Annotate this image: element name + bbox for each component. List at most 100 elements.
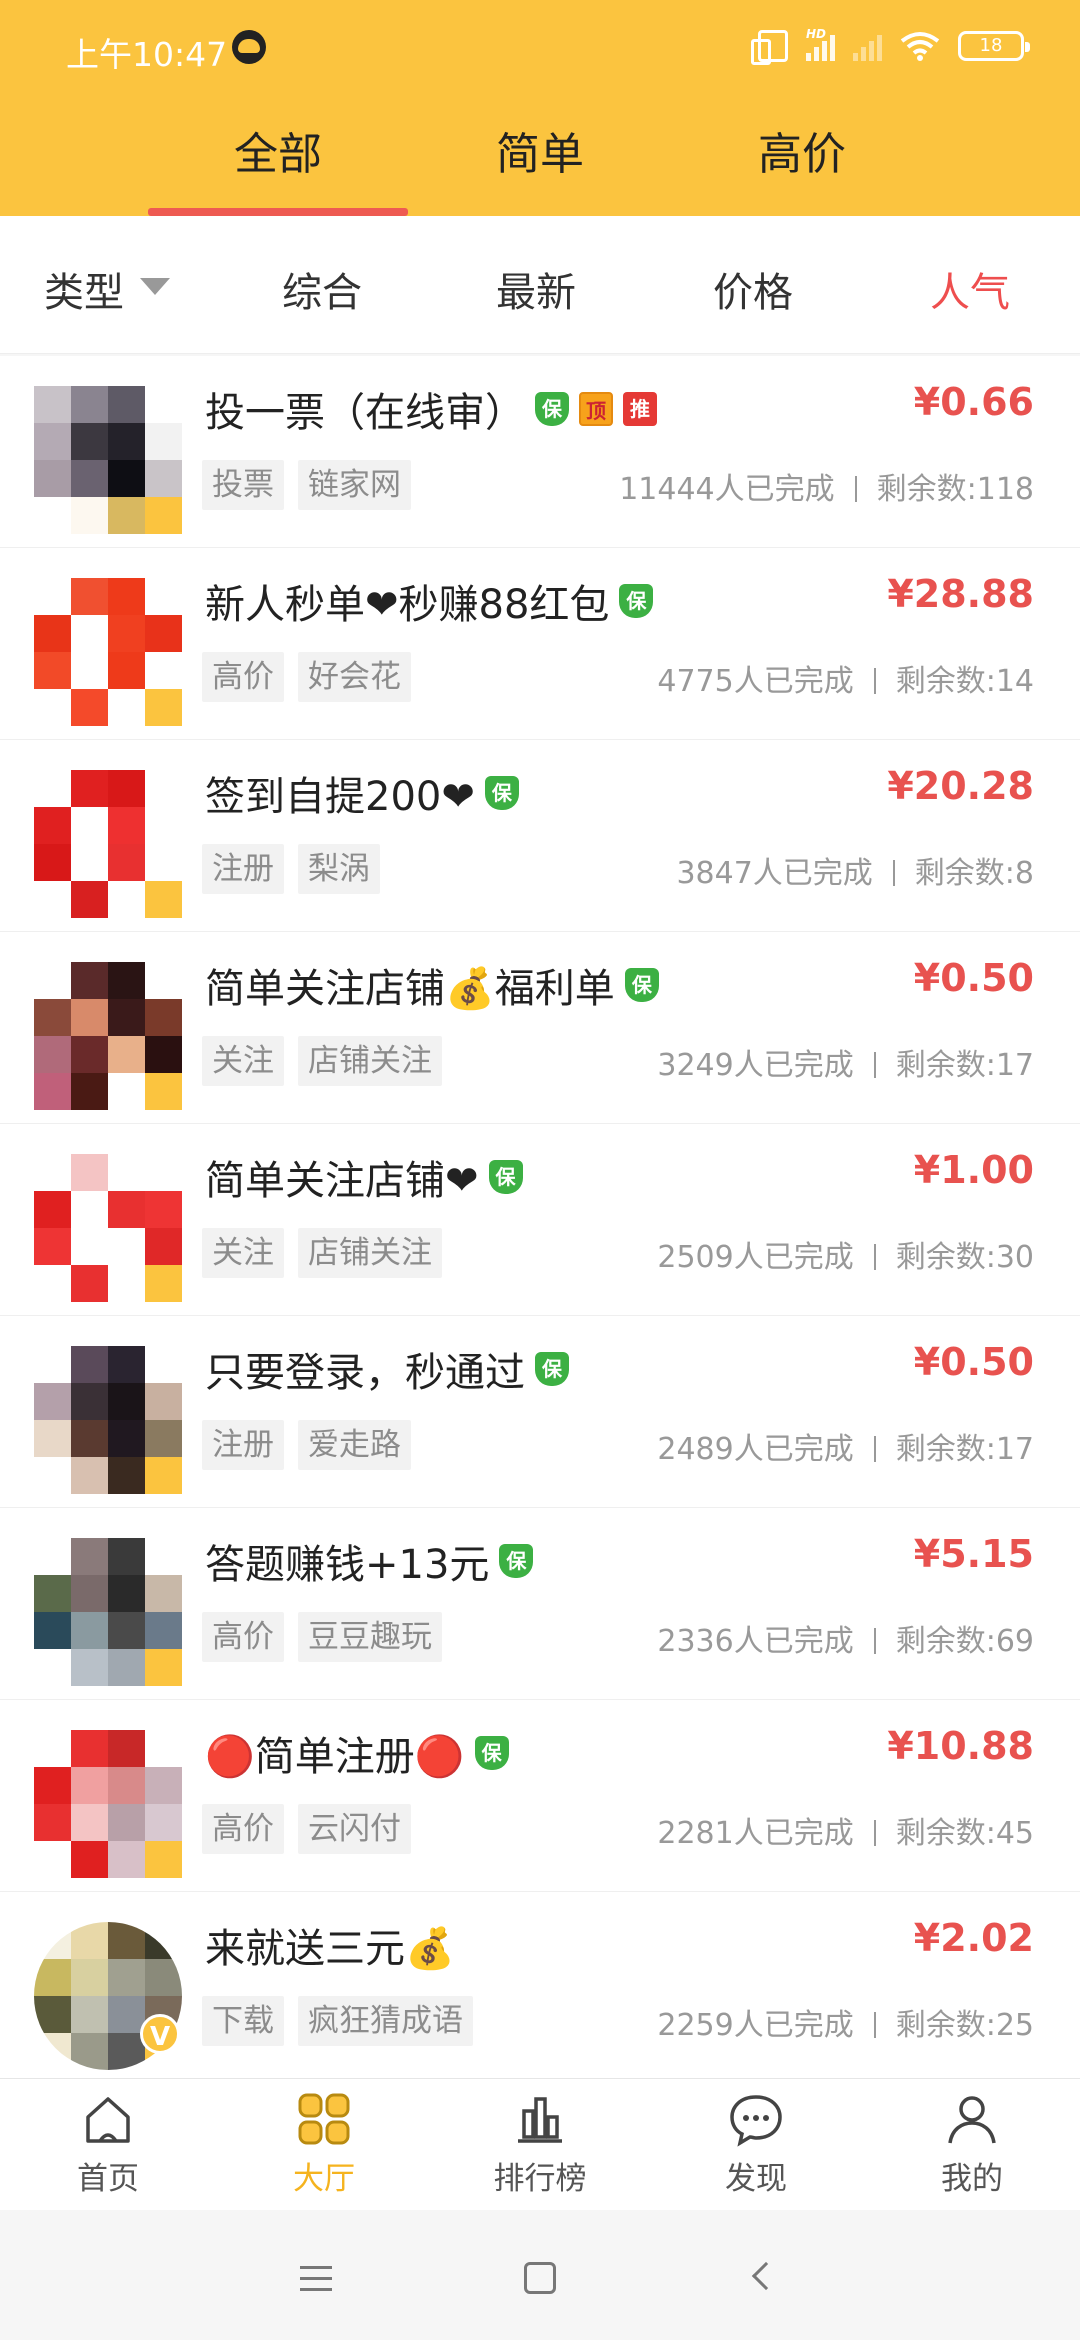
task-row[interactable]: 投一票（在线审） 保顶推 ¥0.66 投票 链家网 11444人已完成 剩余数:118 xyxy=(0,356,1080,548)
task-category-tag: 高价 xyxy=(202,1612,284,1662)
back-icon[interactable] xyxy=(751,2261,781,2291)
ranking-icon xyxy=(518,2097,562,2143)
completed-count: 11444人已完成 xyxy=(619,472,835,507)
task-platform-tag: 爱走路 xyxy=(298,1420,411,1470)
task-category-tag: 注册 xyxy=(202,1420,284,1470)
task-platform-tag: 疯狂猜成语 xyxy=(298,1996,473,2046)
guarantee-badge: 保 xyxy=(535,1352,569,1386)
task-stats: 3847人已完成 剩余数:8 xyxy=(676,848,1034,892)
task-title: 只要登录，秒通过 xyxy=(205,1350,525,1396)
stats-divider xyxy=(854,476,857,502)
home-icon xyxy=(86,2097,130,2143)
nav-mine[interactable]: 我的 xyxy=(864,2089,1080,2198)
remaining-count: 剩余数:45 xyxy=(895,1816,1034,1851)
nav-home-label: 首页 xyxy=(77,2161,139,2197)
remaining-count: 剩余数:118 xyxy=(876,472,1034,507)
task-category-tag: 关注 xyxy=(202,1036,284,1086)
task-avatar xyxy=(34,770,182,918)
guarantee-badge: 保 xyxy=(484,776,519,810)
nav-hall[interactable]: 大厅 xyxy=(216,2089,432,2198)
caret-down-icon[interactable] xyxy=(140,278,170,295)
chat-bubble-icon xyxy=(730,2095,782,2147)
task-list: 投一票（在线审）保顶推 ¥0.66 投票 链家网 11444人已完成 剩余数:118 新人秒… xyxy=(0,356,1080,2084)
task-stats: 2509人已完成 剩余数:30 xyxy=(657,1232,1034,1276)
top-badge: 顶 xyxy=(579,392,613,426)
task-category-tag: 下载 xyxy=(202,1996,284,2046)
task-stats: 3249人已完成 剩余数:17 xyxy=(657,1040,1034,1084)
task-reward: ¥10.88 xyxy=(887,1724,1034,1768)
nav-mine-label: 我的 xyxy=(941,2161,1003,2197)
task-title: 答题赚钱+13元 xyxy=(205,1542,490,1588)
task-avatar xyxy=(34,1346,182,1494)
guarantee-badge: 保 xyxy=(488,1160,523,1194)
task-title: 来就送三元💰 xyxy=(205,1926,455,1972)
task-reward: ¥20.28 xyxy=(887,764,1034,808)
category-tabs: 全部 简单 高价 xyxy=(0,108,1080,216)
status-time: 上午10:47 xyxy=(66,35,228,74)
grid-icon xyxy=(298,2093,350,2145)
task-row[interactable]: 答题赚钱+13元保 ¥5.15 高价 豆豆趣玩 2336人已完成 剩余数:69 xyxy=(0,1508,1080,1700)
sort-newest[interactable]: 最新 xyxy=(496,260,576,318)
stats-divider xyxy=(873,1052,876,1078)
nav-discover-label: 发现 xyxy=(725,2161,787,2197)
task-stats: 2336人已完成 剩余数:69 xyxy=(657,1616,1034,1660)
recent-apps-icon[interactable] xyxy=(300,2266,332,2299)
task-platform-tag: 店铺关注 xyxy=(298,1036,442,1086)
task-title-line: 来就送三元💰 xyxy=(205,1916,455,1974)
task-row[interactable]: V 来就送三元💰 ¥2.02 下载 疯狂猜成语 2259人已完成 剩余数:25 xyxy=(0,1892,1080,2084)
stats-divider xyxy=(873,1244,876,1270)
guarantee-badge: 保 xyxy=(499,1544,534,1578)
task-platform-tag: 梨涡 xyxy=(298,844,380,894)
guarantee-badge: 保 xyxy=(624,968,659,1002)
user-icon xyxy=(948,2096,996,2144)
task-avatar xyxy=(34,386,182,534)
task-title: 🔴简单注册🔴 xyxy=(205,1734,465,1780)
task-row[interactable]: 简单关注店铺❤ 保 ¥1.00 关注 店铺关注 2509人已完成 剩余数:30 xyxy=(0,1124,1080,1316)
task-row[interactable]: 签到自提200❤ 保 ¥20.28 注册 梨涡 3847人已完成 剩余数:8 xyxy=(0,740,1080,932)
task-platform-tag: 好会花 xyxy=(298,652,411,702)
task-stats: 2489人已完成 剩余数:17 xyxy=(657,1424,1034,1468)
completed-count: 2281人已完成 xyxy=(657,1816,854,1851)
task-row[interactable]: 新人秒单❤秒赚88红包保 ¥28.88 高价 好会花 4775人已完成 剩余数:14 xyxy=(0,548,1080,740)
task-category-tag: 投票 xyxy=(202,460,284,510)
task-reward: ¥0.50 xyxy=(913,1340,1034,1384)
signal-icon xyxy=(853,31,882,61)
nav-discover[interactable]: 发现 xyxy=(648,2089,864,2198)
remaining-count: 剩余数:8 xyxy=(914,856,1034,891)
filter-bar: 类型 综合 最新 价格 人气 xyxy=(0,216,1080,354)
task-avatar xyxy=(34,578,182,726)
remaining-count: 剩余数:69 xyxy=(895,1624,1034,1659)
tab-high-price[interactable]: 高价 xyxy=(672,118,932,182)
remaining-count: 剩余数:17 xyxy=(895,1432,1034,1467)
dual-sim-icon xyxy=(751,30,788,65)
completed-count: 3249人已完成 xyxy=(657,1048,854,1083)
completed-count: 4775人已完成 xyxy=(657,664,854,699)
recommend-badge: 推 xyxy=(623,392,657,426)
task-stats: 11444人已完成 剩余数:118 xyxy=(619,464,1034,508)
task-stats: 2281人已完成 剩余数:45 xyxy=(657,1808,1034,1852)
task-title-line: 投一票（在线审） 保顶推 xyxy=(205,380,657,438)
system-nav-bar xyxy=(0,2210,1080,2340)
sort-popularity[interactable]: 人气 xyxy=(930,260,1010,318)
guarantee-badge: 保 xyxy=(619,584,654,618)
stats-divider xyxy=(873,1820,876,1846)
sort-price[interactable]: 价格 xyxy=(713,260,793,318)
task-title: 简单关注店铺❤ xyxy=(205,1158,479,1204)
nav-home[interactable]: 首页 xyxy=(0,2089,216,2198)
home-button-icon[interactable] xyxy=(524,2262,556,2294)
task-row[interactable]: 只要登录，秒通过保 ¥0.50 注册 爱走路 2489人已完成 剩余数:17 xyxy=(0,1316,1080,1508)
notification-icon xyxy=(232,30,266,64)
tab-simple[interactable]: 简单 xyxy=(410,118,670,182)
task-reward: ¥28.88 xyxy=(887,572,1034,616)
task-row[interactable]: 🔴简单注册🔴 保 ¥10.88 高价 云闪付 2281人已完成 剩余数:45 xyxy=(0,1700,1080,1892)
tab-all[interactable]: 全部 xyxy=(148,118,408,182)
sort-comprehensive[interactable]: 综合 xyxy=(282,260,362,318)
task-row[interactable]: 简单关注店铺💰福利单保 ¥0.50 关注 店铺关注 3249人已完成 剩余数:17 xyxy=(0,932,1080,1124)
task-title: 新人秒单❤秒赚88红包 xyxy=(205,582,610,628)
completed-count: 2489人已完成 xyxy=(657,1432,854,1467)
bottom-nav: 首页 大厅 排行榜 发现 我的 xyxy=(0,2078,1080,2210)
filter-type-dropdown[interactable]: 类型 xyxy=(44,260,124,318)
task-avatar xyxy=(34,1538,182,1686)
nav-ranking[interactable]: 排行榜 xyxy=(432,2089,648,2198)
task-category-tag: 注册 xyxy=(202,844,284,894)
